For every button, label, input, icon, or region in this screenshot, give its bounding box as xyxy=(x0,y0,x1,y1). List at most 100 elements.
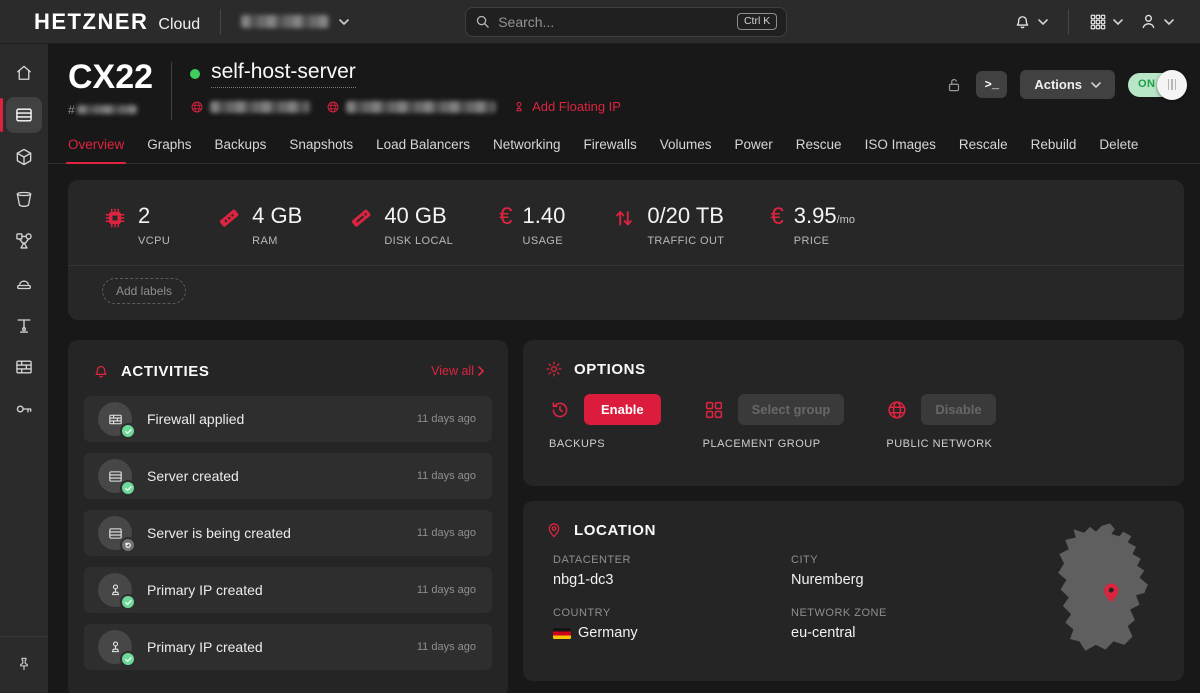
activity-avatar xyxy=(98,402,132,436)
backups-history-icon xyxy=(549,399,571,421)
server-header: CX22 # self-host-server xyxy=(48,44,1200,120)
key-icon xyxy=(14,399,34,419)
notifications-button[interactable] xyxy=(1005,6,1056,37)
server-type: CX22 xyxy=(68,60,153,96)
options-title: OPTIONS xyxy=(574,361,646,378)
activity-time: 11 days ago xyxy=(417,641,476,653)
euro-icon: € xyxy=(770,204,783,230)
sidebar-item-networks[interactable] xyxy=(6,223,42,259)
tab-networking[interactable]: Networking xyxy=(493,137,561,163)
bell-icon xyxy=(1013,12,1032,31)
actions-button[interactable]: Actions xyxy=(1020,70,1115,99)
brand-suffix: Cloud xyxy=(158,16,200,34)
bell-icon xyxy=(92,362,110,380)
success-badge xyxy=(120,594,136,610)
stat-price: € 3.95/mo PRICE xyxy=(770,204,855,247)
server-tabs: Overview Graphs Backups Snapshots Load B… xyxy=(48,120,1200,164)
load-balancer-icon xyxy=(14,273,34,293)
add-floating-ip-link[interactable]: Add Floating IP xyxy=(512,99,621,114)
cube-icon xyxy=(14,147,34,167)
select-group-button: Select group xyxy=(738,394,845,425)
chevron-down-icon xyxy=(1113,19,1123,25)
power-toggle[interactable]: ON xyxy=(1128,73,1184,97)
activity-row[interactable]: Firewall applied 11 days ago xyxy=(84,396,492,442)
success-badge xyxy=(120,480,136,496)
activities-panel: ACTIVITIES View all Firewall applied 11 … xyxy=(68,340,508,693)
sidebar-item-images[interactable] xyxy=(6,139,42,175)
pin-sidebar-button[interactable] xyxy=(9,649,39,679)
tab-rebuild[interactable]: Rebuild xyxy=(1031,137,1077,163)
hetzner-logo[interactable]: HETZNER Cloud xyxy=(34,9,200,35)
search-input[interactable] xyxy=(498,14,729,30)
germany-map xyxy=(1044,519,1162,661)
disable-public-network-button: Disable xyxy=(921,394,995,425)
tab-iso-images[interactable]: ISO Images xyxy=(865,137,936,163)
stat-value: 3.95/mo xyxy=(794,204,855,228)
user-menu-button[interactable] xyxy=(1131,6,1182,37)
tab-graphs[interactable]: Graphs xyxy=(147,137,191,163)
server-icon xyxy=(14,105,34,125)
field-value: eu-central xyxy=(791,625,1025,641)
server-name[interactable]: self-host-server xyxy=(211,60,356,88)
server-id: # xyxy=(68,103,153,117)
activity-row[interactable]: Server is being created 11 days ago xyxy=(84,510,492,556)
placement-group-icon xyxy=(703,399,725,421)
stat-value: 2 xyxy=(138,204,170,228)
tab-snapshots[interactable]: Snapshots xyxy=(289,137,353,163)
sidebar-item-servers[interactable] xyxy=(6,97,42,133)
tab-load-balancers[interactable]: Load Balancers xyxy=(376,137,470,163)
ram-icon xyxy=(216,205,242,231)
cpu-icon xyxy=(102,205,128,231)
view-all-link[interactable]: View all xyxy=(431,364,484,378)
sidebar-item-floating-ips[interactable] xyxy=(6,307,42,343)
project-selector[interactable] xyxy=(241,15,349,28)
user-icon xyxy=(1139,12,1158,31)
console-button[interactable]: >_ xyxy=(976,71,1007,98)
tab-backups[interactable]: Backups xyxy=(215,137,267,163)
tab-overview[interactable]: Overview xyxy=(68,137,124,163)
sidebar-item-security[interactable] xyxy=(6,391,42,427)
chevron-right-icon xyxy=(478,366,484,376)
sidebar-item-home[interactable] xyxy=(6,55,42,91)
apps-menu-button[interactable] xyxy=(1081,7,1131,37)
sidebar-item-load-balancers[interactable] xyxy=(6,265,42,301)
tab-rescue[interactable]: Rescue xyxy=(796,137,842,163)
search-icon xyxy=(475,14,490,29)
stat-value: 4 GB xyxy=(252,204,302,228)
redacted-project-name xyxy=(241,15,329,28)
option-backups: Enable BACKUPS xyxy=(549,394,661,450)
location-panel: LOCATION DATACENTER nbg1-dc3 CITY Nuremb… xyxy=(523,501,1184,681)
activity-row[interactable]: Primary IP created 11 days ago xyxy=(84,624,492,670)
enable-backups-button[interactable]: Enable xyxy=(584,394,661,425)
topbar-actions xyxy=(1005,6,1182,37)
header-divider xyxy=(171,62,172,120)
actions-label: Actions xyxy=(1034,77,1082,92)
activity-time: 11 days ago xyxy=(417,584,476,596)
add-labels-button[interactable]: Add labels xyxy=(102,278,186,304)
tab-firewalls[interactable]: Firewalls xyxy=(583,137,636,163)
search-box[interactable]: Ctrl K xyxy=(465,7,787,37)
activity-row[interactable]: Server created 11 days ago xyxy=(84,453,492,499)
activity-avatar xyxy=(98,516,132,550)
sidebar-footer xyxy=(0,636,48,693)
stat-vcpu: 2 VCPU xyxy=(102,204,170,247)
power-state-label: ON xyxy=(1138,78,1156,90)
tab-delete[interactable]: Delete xyxy=(1099,137,1138,163)
ipv4-address[interactable] xyxy=(190,100,310,114)
sidebar-item-volumes[interactable] xyxy=(6,181,42,217)
stat-label: PRICE xyxy=(794,235,855,247)
tab-rescale[interactable]: Rescale xyxy=(959,137,1008,163)
bucket-icon xyxy=(14,189,34,209)
chevron-down-icon xyxy=(1091,82,1101,88)
sidebar-item-firewalls[interactable] xyxy=(6,349,42,385)
activity-time: 11 days ago xyxy=(417,470,476,482)
gear-icon xyxy=(545,360,563,378)
activity-row[interactable]: Primary IP created 11 days ago xyxy=(84,567,492,613)
tab-power[interactable]: Power xyxy=(735,137,773,163)
tab-volumes[interactable]: Volumes xyxy=(660,137,712,163)
option-placement-group: Select group PLACEMENT GROUP xyxy=(703,394,845,450)
toggle-knob xyxy=(1157,70,1187,100)
activity-text: Primary IP created xyxy=(147,639,263,655)
ipv6-address[interactable] xyxy=(326,100,496,114)
brand-text: HETZNER xyxy=(34,9,148,35)
